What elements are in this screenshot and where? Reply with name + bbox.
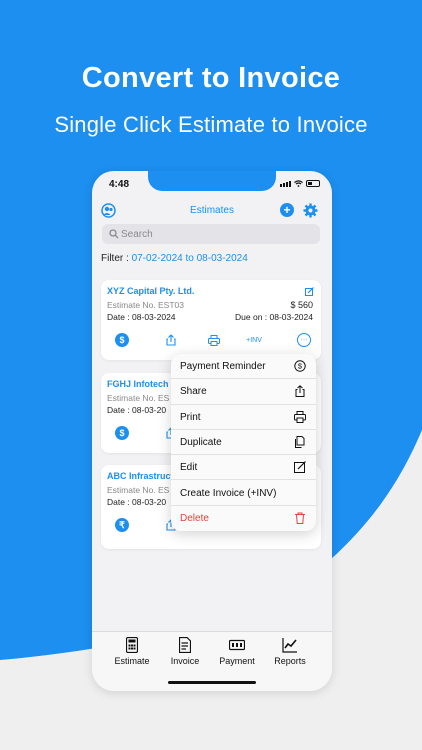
search-icon <box>109 229 119 239</box>
menu-item-label: Create Invoice (+INV) <box>180 487 277 499</box>
dollar-circle-icon: $ <box>294 360 306 372</box>
status-icons <box>280 180 320 187</box>
menu-item-label: Share <box>180 386 207 398</box>
menu-item-payment-reminder[interactable]: Payment Reminder $ <box>171 354 316 380</box>
menu-item-share[interactable]: Share <box>171 379 316 405</box>
svg-text:$: $ <box>298 362 303 371</box>
filter-label: Filter : <box>101 253 129 264</box>
estimate-date: Date : 08-03-20 <box>107 405 167 415</box>
tab-invoice[interactable]: Invoice <box>157 637 213 666</box>
status-time: 4:48 <box>109 179 130 190</box>
tab-label: Payment <box>219 656 255 666</box>
menu-item-edit[interactable]: Edit <box>171 455 316 481</box>
payment-icon <box>229 639 245 651</box>
battery-icon <box>306 180 320 187</box>
printer-icon <box>294 410 306 423</box>
calculator-icon <box>126 637 138 653</box>
tab-estimate[interactable]: Estimate <box>104 637 160 666</box>
tab-label: Reports <box>274 656 306 666</box>
convert-to-invoice-button[interactable]: +INV <box>242 333 266 347</box>
menu-item-print[interactable]: Print <box>171 405 316 430</box>
print-button[interactable] <box>207 333 221 347</box>
printer-icon <box>208 334 220 346</box>
menu-item-create-invoice[interactable]: Create Invoice (+INV) <box>171 481 316 506</box>
menu-item-label: Duplicate <box>180 436 222 448</box>
payment-button[interactable]: ₹ <box>115 518 129 532</box>
wifi-icon <box>294 180 303 187</box>
share-icon <box>166 334 176 346</box>
share-icon <box>295 385 305 398</box>
navbar: Estimates + <box>92 201 332 221</box>
client-name: FGHJ Infotech I <box>107 379 174 389</box>
menu-item-delete[interactable]: Delete <box>171 506 316 531</box>
estimate-amount: $ 560 <box>290 300 313 310</box>
reports-icon <box>282 638 297 653</box>
client-name: XYZ Capital Pty. Ltd. <box>107 286 195 296</box>
page-title: Estimates <box>190 205 234 216</box>
signal-icon <box>280 180 291 187</box>
filter-range[interactable]: 07-02-2024 to 08-03-2024 <box>132 253 248 264</box>
tab-payment[interactable]: Payment <box>209 637 265 666</box>
estimate-date: Date : 08-03-2024 <box>107 312 176 322</box>
add-estimate-button[interactable]: + <box>280 203 294 217</box>
tab-reports[interactable]: Reports <box>262 637 318 666</box>
estimate-card[interactable]: XYZ Capital Pty. Ltd. Estimate No. EST03… <box>101 280 321 360</box>
payment-button[interactable]: $ <box>115 333 129 347</box>
more-options-button[interactable]: ··· <box>297 333 311 347</box>
hero-subtitle: Single Click Estimate to Invoice <box>54 112 368 137</box>
search-input[interactable]: Search <box>102 224 320 244</box>
gear-icon[interactable] <box>303 203 318 218</box>
payment-button[interactable]: $ <box>115 426 129 440</box>
menu-item-label: Edit <box>180 462 198 474</box>
estimate-number: Estimate No. ES <box>107 485 170 495</box>
tab-label: Estimate <box>114 656 150 666</box>
menu-item-label: Delete <box>180 512 209 524</box>
estimate-number: Estimate No. ES <box>107 393 170 403</box>
edit-icon[interactable] <box>305 287 314 296</box>
invoice-icon <box>179 637 191 653</box>
estimate-date: Date : 08-03-20 <box>107 497 167 507</box>
date-filter[interactable]: Filter : 07-02-2024 to 08-03-2024 <box>101 253 248 264</box>
context-menu: Payment Reminder $ Share Print Duplicate… <box>171 354 316 531</box>
estimate-number: Estimate No. EST03 <box>107 300 185 310</box>
menu-item-label: Print <box>180 411 201 423</box>
phone-notch <box>148 171 276 191</box>
client-name: ABC Infrastruct <box>107 471 174 481</box>
duplicate-icon <box>295 435 305 448</box>
card-actions: $ +INV ··· <box>101 333 321 351</box>
share-button[interactable] <box>164 333 178 347</box>
due-date: Due on : 08-03-2024 <box>235 312 313 322</box>
hero-title: Convert to Invoice <box>81 62 341 94</box>
edit-icon <box>294 461 306 474</box>
home-indicator <box>168 681 256 684</box>
trash-icon <box>295 512 305 524</box>
menu-item-label: Payment Reminder <box>180 361 266 372</box>
search-placeholder: Search <box>121 229 153 240</box>
menu-item-duplicate[interactable]: Duplicate <box>171 430 316 456</box>
tab-label: Invoice <box>170 656 200 666</box>
